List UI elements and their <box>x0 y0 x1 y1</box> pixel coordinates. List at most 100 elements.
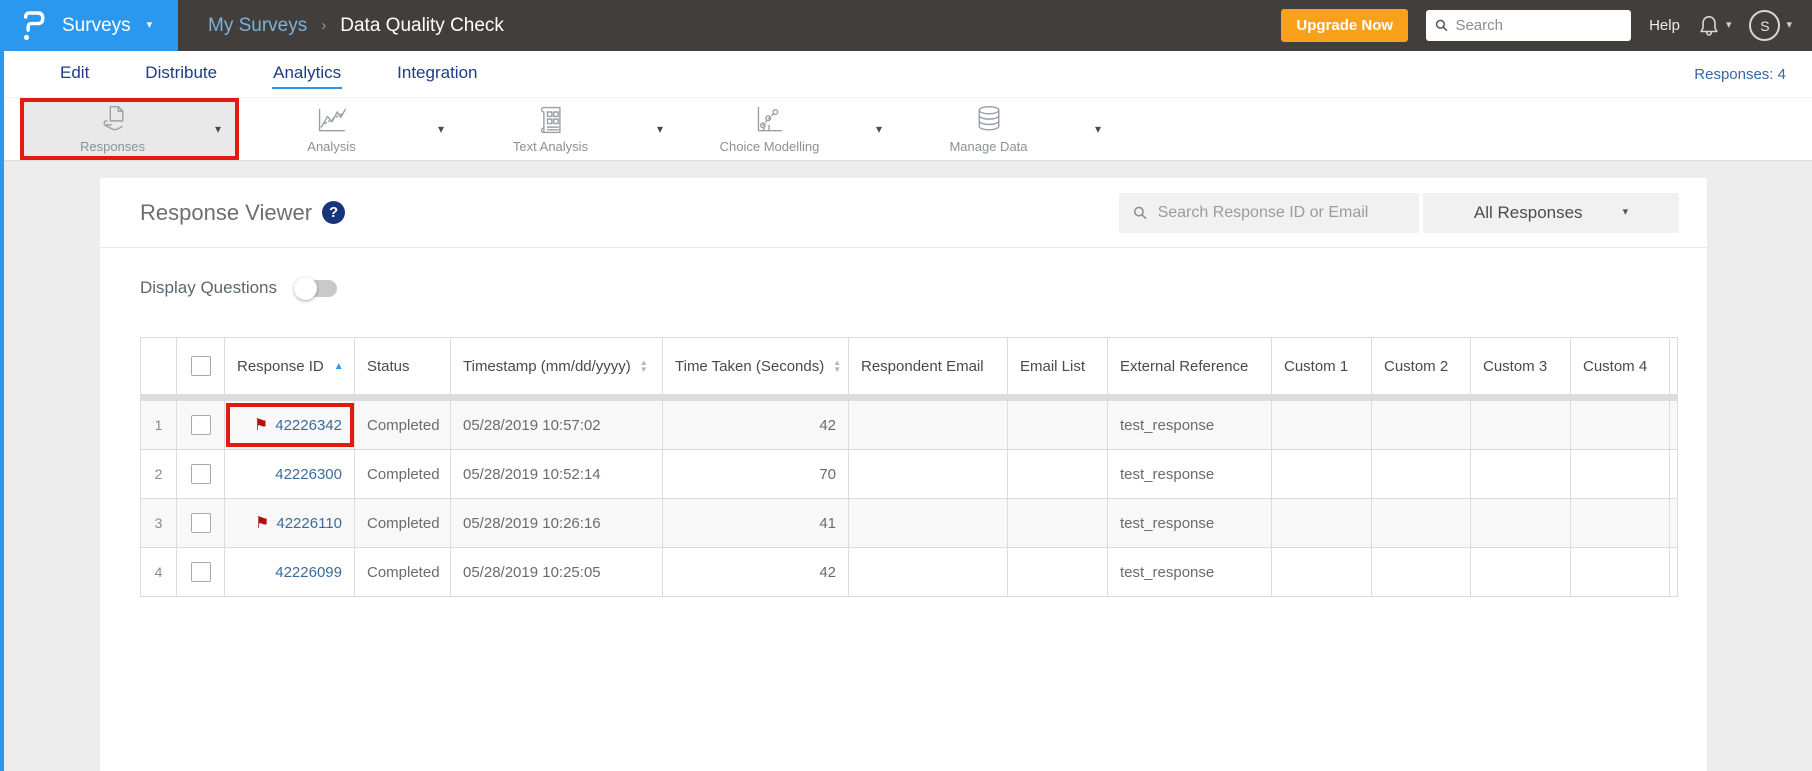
breadcrumb: My Surveys › Data Quality Check <box>208 15 504 37</box>
product-switcher[interactable]: Surveys ▾ <box>0 0 178 51</box>
custom-cell <box>1372 450 1471 498</box>
line-chart-icon <box>318 108 346 132</box>
respondent-email-cell <box>849 401 1008 449</box>
custom-cell <box>1272 401 1372 449</box>
toolbar-item-analysis[interactable]: Analysis ▾ <box>239 98 458 160</box>
toolbar-item-text-analysis[interactable]: Text Analysis ▾ <box>458 98 677 160</box>
time-taken-cell: 70 <box>663 450 849 498</box>
newspaper-icon <box>540 106 561 134</box>
row-number: 1 <box>141 401 177 449</box>
global-search-input[interactable] <box>1455 17 1623 34</box>
chevron-down-icon: ▾ <box>875 122 883 136</box>
tab-edit[interactable]: Edit <box>32 51 117 97</box>
panel-header: Response Viewer ? All Responses ▾ <box>100 178 1707 248</box>
row-spacer <box>1670 548 1677 596</box>
chevron-down-icon: ▾ <box>437 122 445 136</box>
response-id-cell: 42226300 <box>225 450 355 498</box>
custom-cell <box>1272 450 1372 498</box>
header-custom-4: Custom 4 <box>1571 338 1670 394</box>
toolbar-item-label: Responses <box>79 139 146 154</box>
header-custom-2: Custom 2 <box>1372 338 1471 394</box>
respondent-email-cell <box>849 450 1008 498</box>
table-row: 2 42226300 Completed 05/28/2019 10:52:14… <box>140 450 1678 499</box>
header-status: Status <box>355 338 451 394</box>
left-accent-strip <box>0 0 4 771</box>
chevron-down-icon: ▾ <box>214 122 222 136</box>
row-spacer <box>1670 450 1677 498</box>
status-cell: Completed <box>355 548 451 596</box>
status-cell: Completed <box>355 450 451 498</box>
respondent-email-cell <box>849 548 1008 596</box>
response-search[interactable] <box>1119 192 1419 233</box>
sort-both-icon: ▲ ▼ <box>639 358 648 374</box>
account-menu[interactable]: S ▾ <box>1749 10 1792 41</box>
external-reference-cell: test_response <box>1108 401 1272 449</box>
row-spacer <box>1670 401 1677 449</box>
notifications-menu[interactable]: ▾ <box>1698 14 1732 38</box>
header-row-number <box>141 338 177 394</box>
custom-cell <box>1571 401 1670 449</box>
upgrade-now-button[interactable]: Upgrade Now <box>1281 9 1409 42</box>
help-link[interactable]: Help <box>1649 17 1680 34</box>
header-custom-3: Custom 3 <box>1471 338 1571 394</box>
sort-ascending-icon: ▲ <box>333 360 344 372</box>
display-questions-toggle[interactable] <box>294 276 338 300</box>
email-list-cell <box>1008 548 1108 596</box>
custom-cell <box>1471 450 1571 498</box>
row-checkbox[interactable] <box>190 562 211 582</box>
row-number: 4 <box>141 548 177 596</box>
custom-cell <box>1571 450 1670 498</box>
toolbar-item-responses[interactable]: Responses ▾ <box>20 98 239 160</box>
display-questions-label: Display Questions <box>140 278 278 297</box>
chevron-down-icon: ▾ <box>1786 19 1792 31</box>
header-respondent-email: Respondent Email <box>849 338 1008 394</box>
toolbar-item-choice-modelling[interactable]: Choice Modelling ▾ <box>677 98 896 160</box>
tab-integration[interactable]: Integration <box>369 51 505 97</box>
help-icon[interactable]: ? <box>322 201 346 224</box>
page-title: Response Viewer <box>140 199 313 225</box>
response-search-input[interactable] <box>1157 203 1405 222</box>
custom-cell <box>1471 499 1571 547</box>
status-cell: Completed <box>355 401 451 449</box>
header-response-id[interactable]: Response ID ▲ <box>225 338 355 394</box>
select-all-checkbox[interactable] <box>190 356 211 376</box>
tab-distribute[interactable]: Distribute <box>117 51 245 97</box>
header-time-taken[interactable]: Time Taken (Seconds) ▲ ▼ <box>663 338 849 394</box>
responses-count: Responses: 4 <box>1694 65 1786 83</box>
timestamp-cell: 05/28/2019 10:25:05 <box>451 548 663 596</box>
header-timestamp[interactable]: Timestamp (mm/dd/yyyy) ▲ ▼ <box>451 338 663 394</box>
toolbar-item-manage-data[interactable]: Manage Data ▾ <box>896 98 1115 160</box>
global-search[interactable] <box>1426 10 1632 41</box>
flag-icon: ⚑ <box>253 417 269 434</box>
chevron-down-icon: ▾ <box>1725 19 1732 31</box>
search-icon <box>1133 206 1147 219</box>
tab-analytics[interactable]: Analytics <box>245 51 369 97</box>
email-list-cell <box>1008 450 1108 498</box>
database-icon <box>978 105 999 131</box>
status-cell: Completed <box>355 499 451 547</box>
response-id-link[interactable]: 42226110 <box>276 515 342 532</box>
row-number: 2 <box>141 450 177 498</box>
toolbar-item-label: Manage Data <box>949 139 1028 154</box>
hand-document-icon <box>102 105 123 131</box>
response-id-link[interactable]: 42226300 <box>275 466 342 483</box>
responses-filter-value: All Responses <box>1473 202 1583 222</box>
response-id-link[interactable]: 42226342 <box>275 417 342 434</box>
top-bar: Surveys ▾ My Surveys › Data Quality Chec… <box>0 0 1812 51</box>
breadcrumb-my-surveys[interactable]: My Surveys <box>208 15 307 37</box>
row-checkbox[interactable] <box>190 513 211 533</box>
custom-cell <box>1571 499 1670 547</box>
timestamp-cell: 05/28/2019 10:26:16 <box>451 499 663 547</box>
response-id-cell: ⚑ 42226110 <box>225 499 355 547</box>
custom-cell <box>1471 401 1571 449</box>
custom-cell <box>1372 401 1471 449</box>
row-checkbox[interactable] <box>190 464 211 484</box>
topbar-actions: Upgrade Now Help ▾ S ▾ <box>1281 9 1812 42</box>
responses-filter-dropdown[interactable]: All Responses ▾ <box>1423 192 1679 233</box>
row-checkbox[interactable] <box>190 415 211 435</box>
custom-cell <box>1372 499 1471 547</box>
response-id-link[interactable]: 42226099 <box>275 564 342 581</box>
response-id-cell: 42226099 <box>225 548 355 596</box>
response-id-cell: ⚑ 42226342 <box>225 401 355 449</box>
custom-cell <box>1372 548 1471 596</box>
